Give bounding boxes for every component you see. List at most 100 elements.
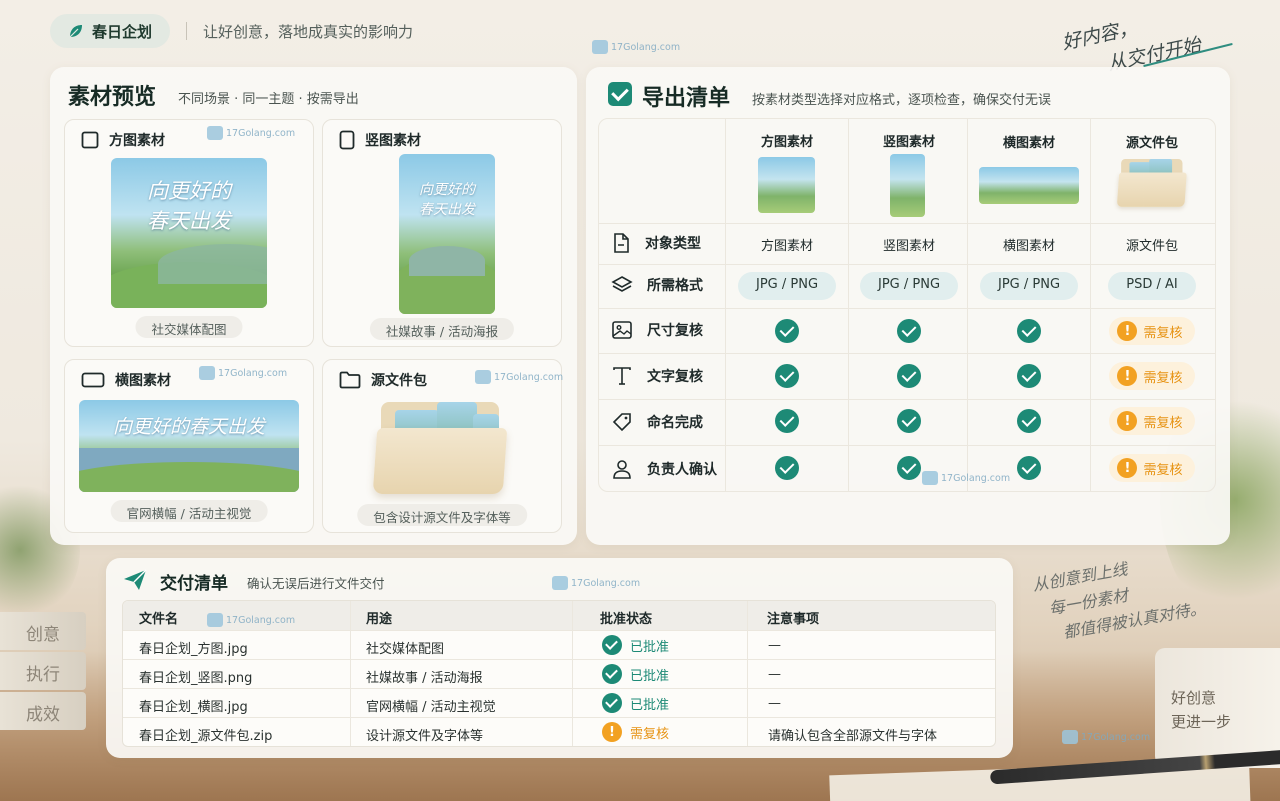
book-spine: 成效	[0, 692, 86, 730]
warning-icon: !	[1117, 411, 1138, 431]
file-name[interactable]: 春日企划_源文件包.zip	[139, 725, 272, 744]
artwork-line: 春天出发	[147, 209, 231, 233]
status-text: 需复核	[630, 726, 670, 742]
review-badge: ! 需复核	[1109, 362, 1195, 390]
review-text: 需复核	[1143, 462, 1183, 478]
file-name[interactable]: 春日企划_竖图.png	[139, 667, 252, 686]
format-cell: JPG / PNG	[969, 272, 1089, 300]
book-spine: 创意	[0, 612, 86, 650]
row-label: 所需格式	[647, 278, 703, 294]
watermark-text: 17Golang.com	[226, 614, 296, 626]
user-icon	[613, 460, 631, 479]
portrait-icon	[339, 130, 355, 150]
text-icon	[613, 367, 631, 385]
landscape-artwork: 向更好的春天出发	[79, 400, 299, 492]
column-header: 用途	[366, 612, 393, 627]
watermark-text: 17Golang.com	[941, 472, 1011, 484]
review-badge: ! 需复核	[1109, 317, 1195, 345]
approval-status: ! 需复核	[602, 722, 669, 742]
preview-card-source[interactable]: 源文件包 17Golang.com 包含设计源文件及字体等	[322, 359, 563, 533]
brand-badge[interactable]: 春日企划	[50, 14, 170, 48]
preview-panel: 素材预览 不同场景 · 同一主题 · 按需导出 方图素材 17Golang.co…	[50, 67, 577, 545]
file-name[interactable]: 春日企划_横图.jpg	[139, 696, 248, 715]
col-divider	[350, 601, 351, 746]
status-cell	[849, 364, 969, 388]
row-divider	[123, 688, 995, 689]
card-caption: 社交媒体配图	[135, 316, 243, 338]
status-cell: ! 需复核	[1092, 407, 1212, 435]
check-circle-icon	[775, 409, 799, 433]
layers-icon	[611, 276, 633, 292]
folder-icon	[339, 371, 361, 389]
col-divider	[572, 601, 573, 746]
card-caption: 包含设计源文件及字体等	[357, 504, 527, 526]
check-circle-icon	[602, 693, 622, 713]
review-text: 需复核	[1143, 325, 1183, 341]
status-cell	[969, 409, 1089, 433]
row-label-text: 文字复核	[611, 365, 703, 387]
row-label: 尺寸复核	[647, 323, 703, 339]
leaf-icon	[69, 25, 82, 38]
watermark-text: 17Golang.com	[1081, 731, 1151, 743]
check-circle-icon	[775, 364, 799, 388]
watermark-logo-icon	[552, 576, 568, 590]
warning-icon: !	[602, 722, 622, 742]
preview-card-landscape[interactable]: 横图素材 17Golang.com 向更好的春天出发 官网横幅 / 活动主视觉	[64, 359, 314, 533]
row-divider	[599, 223, 1215, 224]
approval-status: 已批准	[602, 635, 669, 655]
watermark-logo-icon	[207, 126, 223, 140]
card-label: 横图素材	[115, 373, 171, 389]
watermark-text: 17Golang.com	[218, 367, 288, 379]
col-divider	[747, 601, 748, 746]
row-label-size: 尺寸复核	[611, 320, 703, 340]
coffee-cup: 好创意 更进一步	[1155, 648, 1280, 768]
artwork-line: 向更好的	[147, 179, 231, 203]
row-label-naming: 命名完成	[611, 411, 703, 433]
watermark: 17Golang.com	[207, 613, 295, 627]
preview-card-portrait[interactable]: 竖图素材 向更好的 春天出发 社媒故事 / 活动海报	[322, 119, 562, 347]
review-badge: ! 需复核	[1109, 454, 1195, 482]
format-cell: JPG / PNG	[849, 272, 969, 300]
watermark: 17Golang.com	[1062, 730, 1150, 744]
watermark-logo-icon	[207, 613, 223, 627]
artwork-text: 向更好的春天出发	[79, 412, 299, 439]
format-pill: JPG / PNG	[859, 272, 959, 300]
status-cell: ! 需复核	[1092, 454, 1212, 482]
row-label-owner: 负责人确认	[611, 458, 717, 480]
check-circle-icon	[602, 664, 622, 684]
watermark-logo-icon	[922, 471, 938, 485]
check-circle-icon	[1017, 456, 1041, 480]
column-header: 方图素材	[760, 135, 813, 150]
file-usage: 官网横幅 / 活动主视觉	[366, 700, 496, 715]
panel-subtitle: 确认无误后进行文件交付	[247, 576, 385, 591]
file-icon	[614, 233, 629, 253]
check-circle-icon	[602, 635, 622, 655]
file-usage: 社交媒体配图	[366, 642, 445, 657]
format-cell: PSD / AI	[1092, 272, 1212, 300]
row-divider	[123, 659, 995, 660]
artwork-line: 向更好的春天出发	[112, 416, 265, 438]
format-pill: JPG / PNG	[737, 272, 837, 300]
watermark: 17Golang.com	[922, 471, 1010, 485]
watermark: 17Golang.com	[592, 40, 680, 54]
hill	[408, 246, 486, 276]
approval-status: 已批准	[602, 664, 669, 684]
type-cell: 横图素材	[1002, 239, 1055, 254]
row-label: 对象类型	[645, 236, 701, 252]
file-usage: 设计源文件及字体等	[366, 729, 484, 744]
tag-icon	[612, 413, 631, 432]
check-circle-icon	[1017, 409, 1041, 433]
col-divider	[848, 119, 849, 491]
card-label: 源文件包	[371, 373, 427, 389]
cup-text: 更进一步	[1171, 713, 1232, 731]
preview-card-square[interactable]: 方图素材 17Golang.com 向更好的 春天出发 社交媒体配图	[64, 119, 314, 347]
file-note: —	[768, 667, 781, 682]
column-header: 批准状态	[600, 612, 653, 627]
warning-icon: !	[1117, 458, 1138, 478]
hill	[79, 462, 299, 492]
review-badge: ! 需复核	[1109, 407, 1195, 435]
square-thumbnail	[758, 157, 815, 213]
status-cell	[727, 456, 847, 480]
file-note: —	[768, 638, 781, 653]
file-name[interactable]: 春日企划_方图.jpg	[139, 638, 248, 657]
